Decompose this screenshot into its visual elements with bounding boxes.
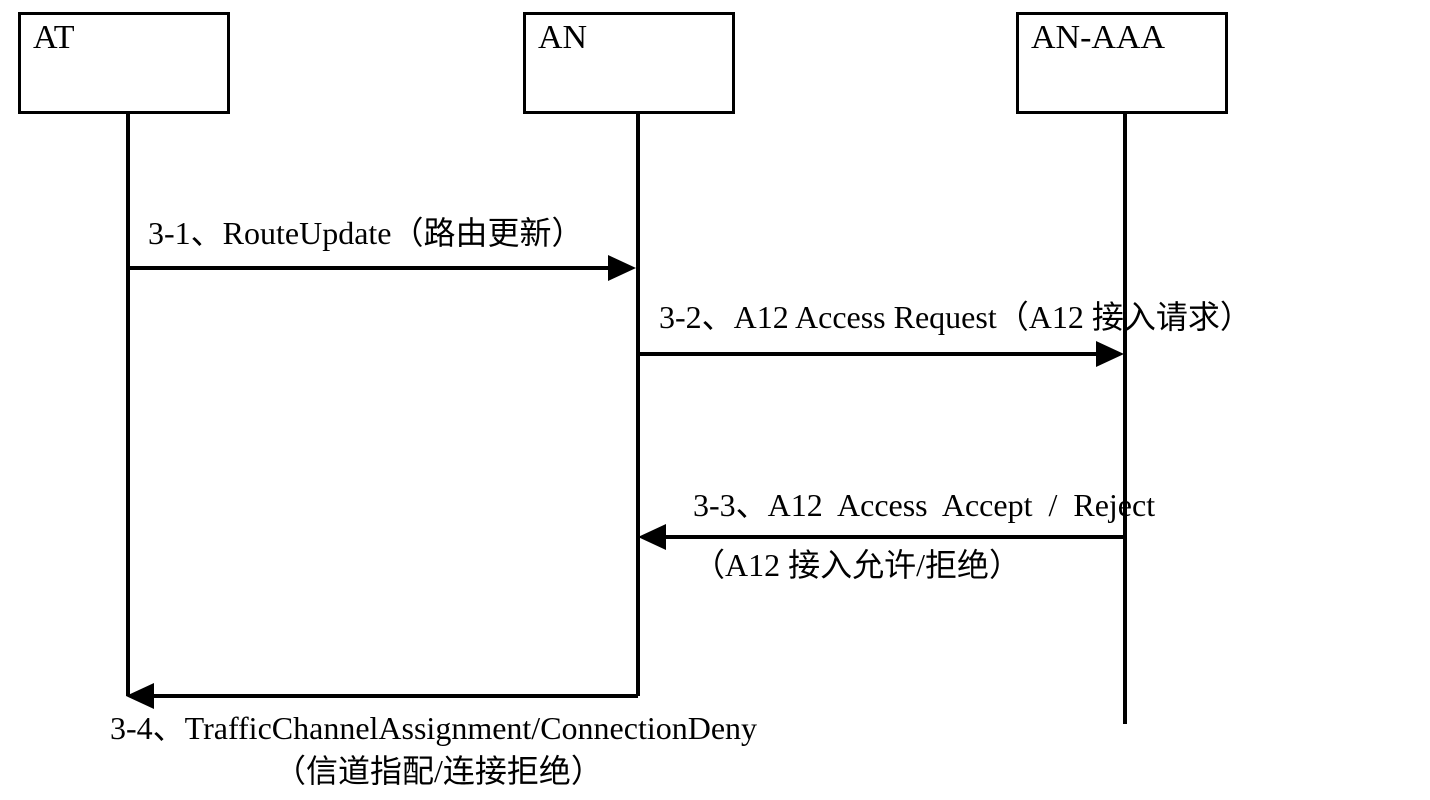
msg-2-text: 3-2、A12 Access Request（A12 接入请求） [659, 296, 1252, 339]
msg-2-arrow-icon [1096, 341, 1124, 367]
msg-1-arrow-icon [608, 255, 636, 281]
msg-1-line [128, 266, 608, 270]
msg-2-line [638, 352, 1096, 356]
msg-4-text-a: 3-4、TrafficChannelAssignment/ConnectionD… [110, 707, 757, 750]
msg-3-text-b: （A12 接入允许/拒绝） [693, 544, 1021, 587]
msg-4-arrow-icon [126, 683, 154, 709]
participant-an-aaa-label: AN-AAA [1031, 19, 1165, 56]
lifeline-an [636, 114, 640, 696]
msg-1-text: 3-1、RouteUpdate（路由更新） [148, 212, 584, 255]
participant-an-aaa: AN-AAA [1016, 12, 1228, 114]
participant-an-label: AN [538, 19, 587, 56]
msg-3-text-a: 3-3、A12 Access Accept / Reject [693, 484, 1155, 527]
msg-3-arrow-icon [638, 524, 666, 550]
msg-3-line [666, 535, 1125, 539]
lifeline-at [126, 114, 130, 696]
msg-4-text-b: （信道指配/连接拒绝） [274, 750, 603, 793]
participant-at-label: AT [33, 19, 75, 56]
msg-4-line [154, 694, 638, 698]
participant-at: AT [18, 12, 230, 114]
lifeline-an-aaa [1123, 114, 1127, 724]
participant-an: AN [523, 12, 735, 114]
